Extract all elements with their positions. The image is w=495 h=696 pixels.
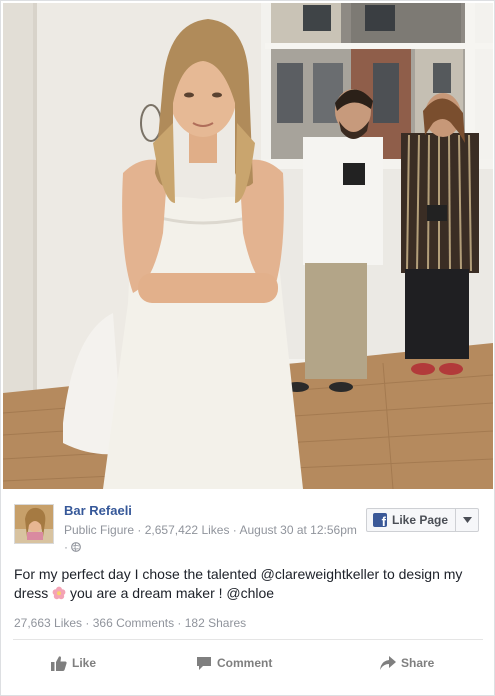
post-meta: Public Figure · 2,657,422 Likes · August… [64,523,357,554]
facebook-post-card: Bar Refaeli Public Figure · 2,657,422 Li… [0,0,495,696]
facebook-f-icon: f [373,513,387,528]
post-photo[interactable] [3,3,493,489]
page-category: Public Figure [64,523,135,537]
share-action-button[interactable]: Share [380,653,434,673]
thumbs-up-icon [51,655,67,671]
like-action-button[interactable]: Like [51,653,96,673]
like-page-label: Like Page [392,513,449,527]
post-message: For my perfect day I chose the talented … [14,565,484,603]
like-action-label: Like [72,656,97,670]
avatar-image [15,505,53,543]
like-page-button[interactable]: f Like Page [366,508,479,532]
page-name-link[interactable]: Bar Refaeli [64,503,132,518]
like-page-main[interactable]: f Like Page [367,509,456,531]
post-photo-illustration [3,3,493,489]
post-text-part2: you are a dream maker ! @chloe [70,585,275,601]
page-avatar[interactable] [14,504,54,544]
flower-emoji-icon [52,586,66,600]
post-stats[interactable]: 27,663 Likes · 366 Comments · 182 Shares [14,616,246,630]
comment-action-button[interactable]: Comment [196,653,272,673]
chevron-down-icon [462,517,472,523]
page-likes-count: 2,657,422 Likes [144,523,230,537]
share-arrow-icon [380,655,396,670]
share-action-label: Share [401,656,435,670]
post-timestamp-link[interactable]: August 30 at 12:56pm [239,523,356,537]
globe-icon [71,542,82,552]
actions-divider [13,639,483,640]
like-page-dropdown[interactable] [456,509,478,531]
comment-action-label: Comment [217,656,273,670]
comment-bubble-icon [197,656,211,670]
